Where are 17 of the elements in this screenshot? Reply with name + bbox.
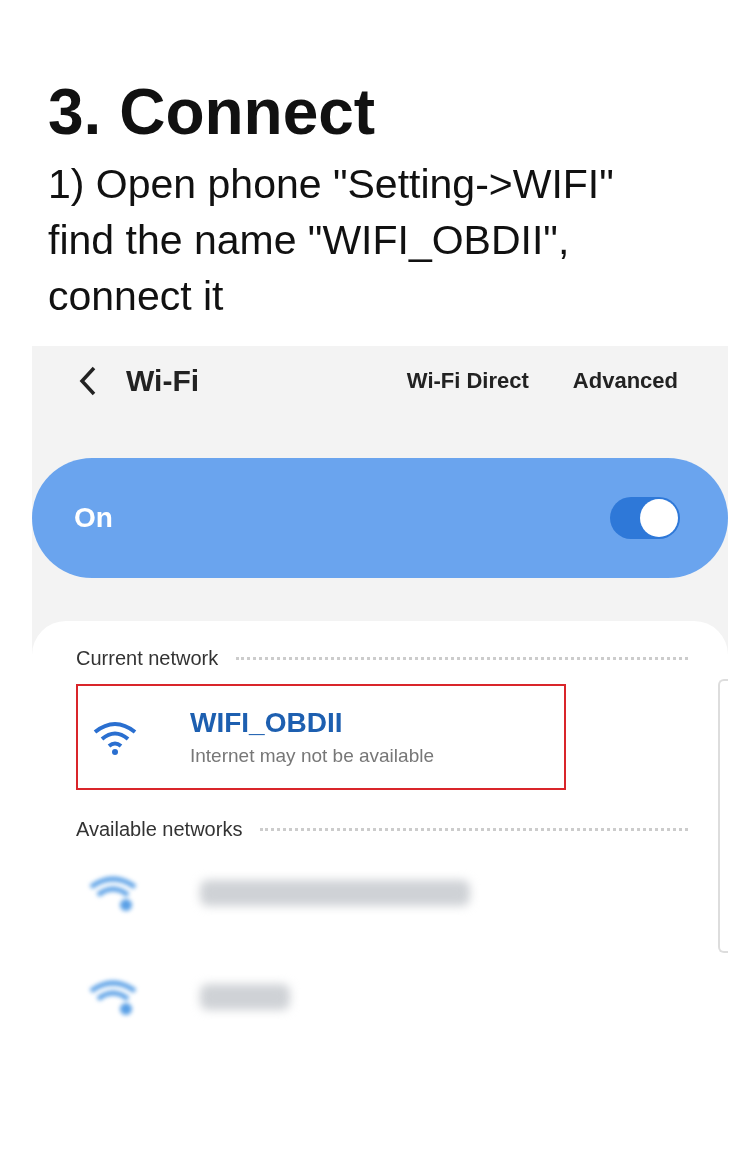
instruction-line: find the name "WIFI_OBDII",	[48, 216, 571, 265]
toggle-switch[interactable]	[610, 497, 680, 539]
section-label: Current network	[76, 647, 219, 670]
wifi-icon	[88, 977, 138, 1017]
network-status: Internet may not be available	[190, 745, 434, 767]
step-heading: 3. Connect	[47, 75, 377, 150]
network-name: WIFI_OBDII	[190, 707, 344, 739]
instruction-line: 1) Open phone "Setting->WIFI"	[48, 160, 615, 209]
header-link[interactable]: Wi-Fi Direct	[406, 368, 529, 394]
switch-label: On	[74, 502, 113, 534]
current-network-item[interactable]: WIFI_OBDII Internet may not be available	[76, 684, 566, 790]
back-icon[interactable]	[78, 365, 98, 397]
wifi-icon	[88, 873, 138, 913]
section-label: Available networks	[76, 818, 243, 841]
screen-title: Wi-Fi	[126, 364, 200, 398]
header-link[interactable]: Advanced	[572, 368, 678, 394]
instruction-line: connect it	[48, 272, 225, 321]
